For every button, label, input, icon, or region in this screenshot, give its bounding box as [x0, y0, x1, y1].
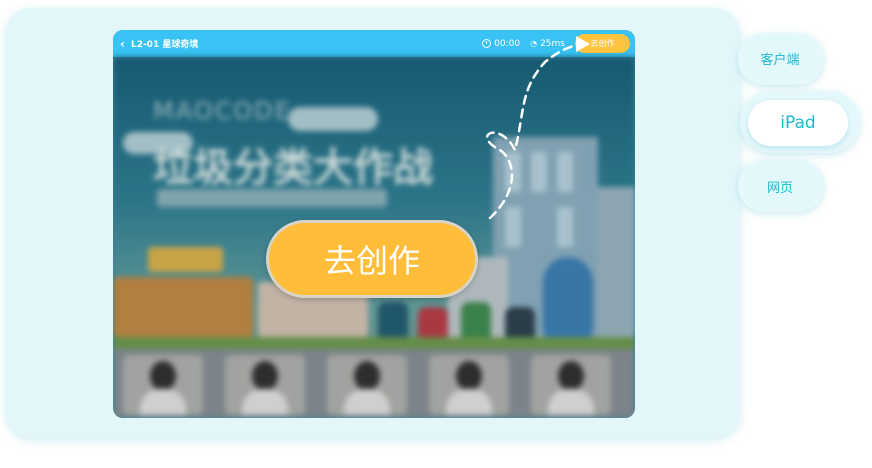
platform-client-option[interactable]: 客户端 [742, 36, 818, 80]
platform-web-option[interactable]: 网页 [742, 164, 818, 208]
platform-client-label: 客户端 [760, 52, 800, 68]
platform-ipad-option[interactable]: iPad [748, 100, 848, 146]
platform-web-label: 网页 [766, 180, 793, 196]
platform-ipad-label: iPad [780, 113, 816, 133]
